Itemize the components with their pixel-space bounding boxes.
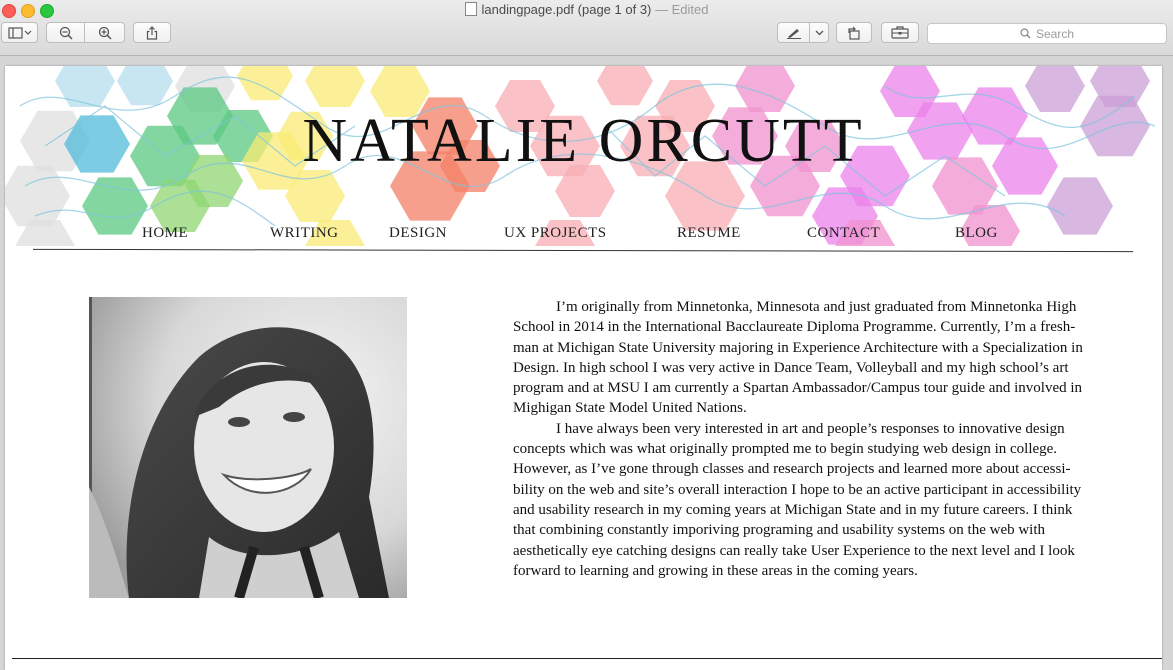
nav-divider xyxy=(33,248,1133,253)
rotate-icon xyxy=(848,26,860,40)
banner-hexagon xyxy=(55,66,115,107)
banner-hexagon xyxy=(597,66,653,106)
sidebar-icon xyxy=(7,26,31,39)
site-navigation: HOME WRITING DESIGN UX PROJECTS RESUME C… xyxy=(5,225,1162,245)
nav-link-blog[interactable]: BLOG xyxy=(955,225,998,242)
banner-hexagon xyxy=(117,66,173,106)
window-title: landingpage.pdf (page 1 of 3) — Edited xyxy=(0,2,1173,17)
search-icon xyxy=(1020,28,1031,39)
banner-hexagon xyxy=(237,66,293,101)
nav-link-contact[interactable]: CONTACT xyxy=(807,225,880,242)
share-icon xyxy=(146,25,158,40)
pen-icon xyxy=(786,28,801,39)
markup-menu-button[interactable] xyxy=(809,22,829,43)
document-filename: landingpage.pdf (page 1 of 3) xyxy=(481,2,652,17)
markup-button[interactable] xyxy=(777,22,810,43)
search-placeholder: Search xyxy=(1035,26,1075,41)
toolbox-button[interactable] xyxy=(881,22,919,43)
zoom-out-icon xyxy=(59,26,73,40)
portrait-image xyxy=(89,297,407,598)
title-separator: — xyxy=(651,2,672,17)
toolbox-icon xyxy=(891,26,909,39)
search-field[interactable]: Search xyxy=(927,23,1167,44)
zoom-in-icon xyxy=(98,26,112,40)
window-titlebar: landingpage.pdf (page 1 of 3) — Edited S… xyxy=(0,0,1173,56)
nav-link-home[interactable]: HOME xyxy=(142,225,188,242)
nav-link-resume[interactable]: RESUME xyxy=(677,225,741,242)
edited-status: Edited xyxy=(671,2,709,17)
banner-hexagon xyxy=(305,66,365,107)
sidebar-toggle-button[interactable] xyxy=(1,22,38,43)
zoom-in-button[interactable] xyxy=(84,22,125,43)
nav-link-writing[interactable]: WRITING xyxy=(270,225,338,242)
nav-link-ux-projects[interactable]: UX PROJECTS xyxy=(504,225,607,242)
bio-paragraph-1: I’m originally from Minnetonka, Minnesot… xyxy=(513,299,1083,417)
site-title: NATALIE ORCUTT xyxy=(302,107,865,175)
bio-paragraph-2: I have always been very interested in ar… xyxy=(513,420,1082,579)
bio-text: I’m originally from Minnetonka, Minnesot… xyxy=(513,297,1088,581)
rotate-button[interactable] xyxy=(836,22,872,43)
chevron-down-icon xyxy=(815,30,823,35)
pdf-document-icon xyxy=(464,2,477,16)
pdf-page: NATALIE ORCUTT HOME WRITING DESIGN UX PR… xyxy=(5,66,1162,670)
nav-link-design[interactable]: DESIGN xyxy=(389,225,447,242)
zoom-out-button[interactable] xyxy=(46,22,85,43)
share-button[interactable] xyxy=(133,22,171,43)
page-bottom-divider xyxy=(12,658,1162,659)
profile-photo xyxy=(89,297,407,598)
